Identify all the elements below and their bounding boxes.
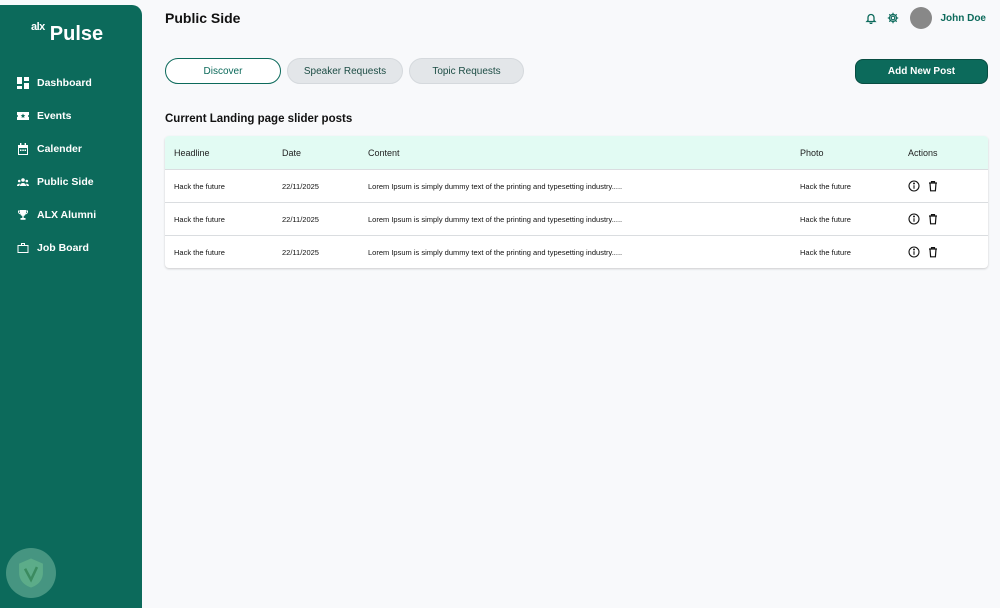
trash-icon[interactable] (927, 180, 939, 192)
section-title: Current Landing page slider posts (165, 113, 353, 125)
tab-bar: Discover Speaker Requests Topic Requests (165, 58, 524, 84)
sidebar-item-job-board[interactable]: Job Board (0, 231, 142, 264)
sidebar-item-dashboard[interactable]: Dashboard (0, 66, 142, 99)
table-row: Hack the future 22/11/2025 Lorem Ipsum i… (165, 202, 988, 235)
cell-actions (899, 246, 988, 258)
cell-headline: Hack the future (174, 181, 225, 191)
cell-date: 22/11/2025 (282, 181, 319, 191)
sidebar-item-label: Events (37, 109, 72, 122)
brand-prefix: alx (31, 21, 45, 33)
dashboard-icon (17, 76, 29, 89)
sidebar-item-alx-alumni[interactable]: ALX Alumni (0, 198, 142, 231)
bell-icon[interactable] (864, 11, 878, 25)
sidebar-item-calender[interactable]: Calender (0, 132, 142, 165)
cell-content: Lorem Ipsum is simply dummy text of the … (368, 214, 623, 224)
column-header-headline: Headline (174, 147, 210, 158)
cell-actions (899, 180, 988, 192)
page-title: Public Side (165, 10, 241, 26)
cell-headline: Hack the future (174, 214, 225, 224)
sidebar-item-label: Public Side (37, 175, 94, 188)
people-icon (17, 176, 29, 188)
column-header-content: Content (368, 147, 400, 158)
sidebar-nav: Dashboard Events Calender Public Side AL… (0, 66, 142, 264)
table-row: Hack the future 22/11/2025 Lorem Ipsum i… (165, 235, 988, 268)
sidebar-item-label: Calender (37, 142, 82, 155)
avatar[interactable] (910, 7, 933, 29)
tab-discover[interactable]: Discover (165, 58, 281, 84)
cell-date: 22/11/2025 (282, 214, 319, 224)
cell-photo: Hack the future (800, 247, 851, 257)
cell-content: Lorem Ipsum is simply dummy text of the … (368, 181, 623, 191)
sidebar-item-events[interactable]: Events (0, 99, 142, 132)
info-icon[interactable] (908, 180, 920, 192)
watermark-logo (6, 548, 56, 598)
briefcase-icon (17, 242, 29, 254)
brand-name: Pulse (49, 23, 104, 45)
cell-date: 22/11/2025 (282, 247, 319, 257)
posts-table: Headline Date Content Photo Actions Hack… (165, 136, 988, 268)
add-new-post-button[interactable]: Add New Post (855, 59, 988, 84)
cell-photo: Hack the future (800, 181, 851, 191)
sidebar: alx Pulse Dashboard Events Calender Publ… (0, 5, 142, 608)
sidebar-item-label: Job Board (37, 241, 89, 254)
trash-icon[interactable] (927, 246, 939, 258)
cell-content: Lorem Ipsum is simply dummy text of the … (368, 247, 623, 257)
info-icon[interactable] (908, 213, 920, 225)
gear-icon[interactable] (886, 11, 900, 25)
sidebar-item-label: Dashboard (37, 76, 92, 89)
header-actions: John Doe (864, 7, 986, 29)
table-row: Hack the future 22/11/2025 Lorem Ipsum i… (165, 169, 988, 202)
cell-actions (899, 213, 988, 225)
info-icon[interactable] (908, 246, 920, 258)
column-header-photo: Photo (800, 147, 824, 158)
trophy-icon (17, 209, 29, 221)
column-header-date: Date (282, 147, 302, 158)
ticket-icon (17, 110, 29, 122)
brand-logo[interactable]: alx Pulse (0, 5, 142, 46)
column-header-actions: Actions (908, 147, 938, 158)
tab-speaker-requests[interactable]: Speaker Requests (287, 58, 403, 84)
calendar-icon (17, 142, 29, 155)
cell-headline: Hack the future (174, 247, 225, 257)
table-header: Headline Date Content Photo Actions (165, 136, 988, 169)
user-name[interactable]: John Doe (940, 13, 986, 24)
tab-topic-requests[interactable]: Topic Requests (409, 58, 524, 84)
sidebar-item-label: ALX Alumni (37, 208, 97, 221)
sidebar-item-public-side[interactable]: Public Side (0, 165, 142, 198)
cell-photo: Hack the future (800, 214, 851, 224)
trash-icon[interactable] (927, 213, 939, 225)
